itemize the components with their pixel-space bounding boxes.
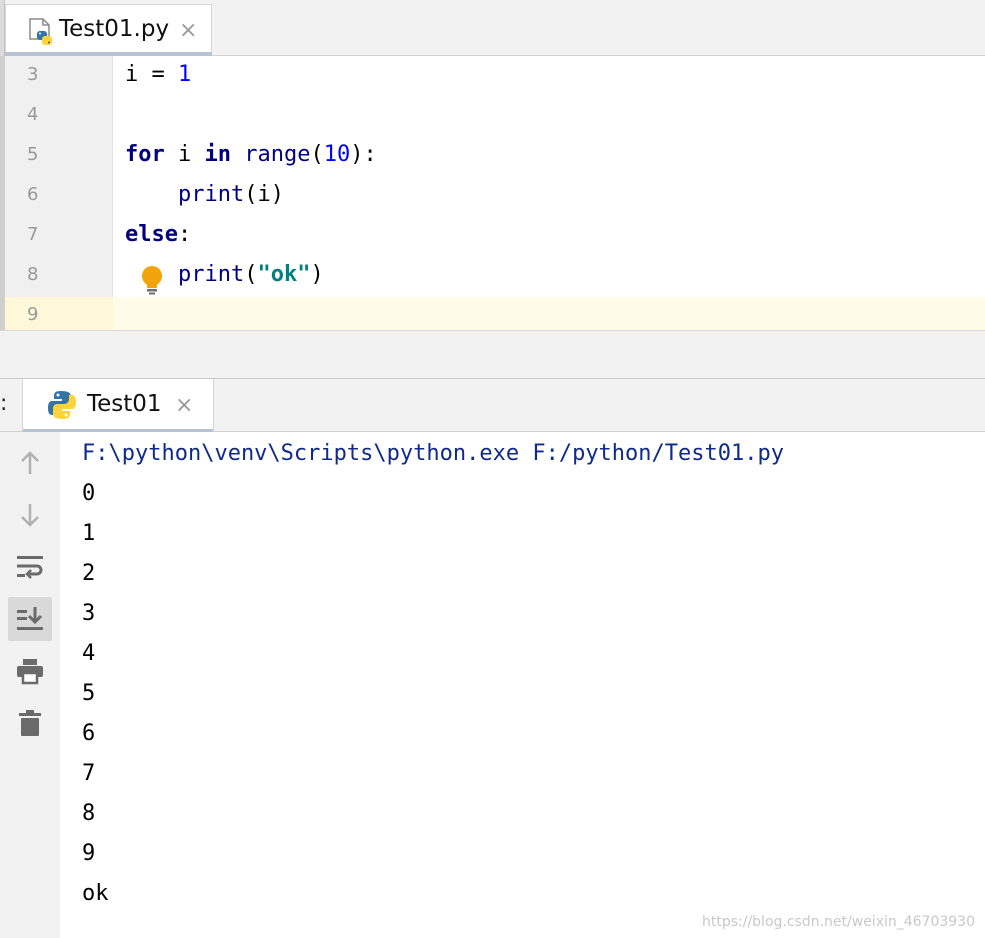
code-token: ( bbox=[310, 142, 324, 167]
code-token: 10 bbox=[323, 142, 351, 167]
code-token: else bbox=[125, 222, 178, 247]
print-icon[interactable] bbox=[8, 649, 52, 693]
output-line: 8 bbox=[82, 801, 96, 826]
output-line: 4 bbox=[82, 641, 96, 666]
line-number: 6 bbox=[27, 184, 39, 205]
tab-label: Test01.py bbox=[59, 16, 170, 42]
code-token: print bbox=[177, 262, 245, 287]
code-token: 1 bbox=[177, 62, 192, 87]
code-line: for i in range(10): bbox=[125, 135, 377, 175]
code-token: ( bbox=[244, 262, 258, 287]
code-token: ) bbox=[310, 262, 324, 287]
code-token: (i) bbox=[244, 182, 284, 207]
trash-icon[interactable] bbox=[8, 701, 52, 745]
code-line: print(i) bbox=[125, 175, 284, 215]
code-line: else: bbox=[125, 215, 191, 255]
code-token: ): bbox=[350, 142, 377, 167]
output-line: ok bbox=[82, 881, 109, 906]
arrow-down-icon[interactable] bbox=[8, 493, 52, 537]
code-token: "ok" bbox=[257, 262, 311, 287]
code-token: print bbox=[177, 182, 245, 207]
run-tab-label: Test01 bbox=[87, 391, 162, 417]
scroll-to-end-icon[interactable] bbox=[8, 597, 52, 641]
close-icon[interactable]: × bbox=[175, 395, 193, 417]
python-icon bbox=[48, 390, 76, 424]
close-icon[interactable]: × bbox=[179, 20, 197, 42]
line-number: 5 bbox=[27, 144, 39, 165]
current-line-highlight bbox=[5, 297, 985, 330]
line-number: 9 bbox=[27, 304, 39, 325]
run-command-line: F:\python\venv\Scripts\python.exe F:/pyt… bbox=[82, 441, 784, 466]
line-number: 8 bbox=[27, 264, 39, 285]
tab-test01-py[interactable]: Test01.py × bbox=[5, 4, 212, 56]
line-number: 7 bbox=[27, 224, 39, 245]
output-line: 3 bbox=[82, 601, 96, 626]
line-number: 4 bbox=[27, 104, 39, 125]
run-console[interactable]: F:\python\venv\Scripts\python.exe F:/pyt… bbox=[0, 432, 985, 938]
code-editor[interactable]: 3i = 1 4 5 for i in range(10): 6 print(i) 7 el… bbox=[0, 56, 985, 330]
code-token: : bbox=[177, 222, 192, 247]
run-tool-window-header: : Test01 × bbox=[0, 378, 985, 433]
output-line: 1 bbox=[82, 521, 96, 546]
code-token: i bbox=[164, 142, 205, 167]
run-window-label: : bbox=[0, 391, 8, 416]
code-token: for bbox=[125, 142, 165, 167]
code-token: i = bbox=[125, 62, 178, 87]
output-line: 5 bbox=[82, 681, 96, 706]
output-line: 2 bbox=[82, 561, 96, 586]
output-line: 7 bbox=[82, 761, 96, 786]
output-line: 9 bbox=[82, 841, 96, 866]
python-file-icon bbox=[27, 17, 57, 53]
line-number: 3 bbox=[27, 64, 39, 85]
editor-tab-bar: Test01.py × bbox=[0, 0, 985, 56]
lightbulb-icon[interactable] bbox=[140, 265, 164, 299]
code-token: in bbox=[204, 142, 232, 167]
code-token: range bbox=[244, 142, 311, 167]
run-toolbar bbox=[0, 432, 60, 938]
soft-wrap-icon[interactable] bbox=[8, 545, 52, 589]
watermark: https://blog.csdn.net/weixin_46703930 bbox=[701, 914, 975, 930]
output-line: 6 bbox=[82, 721, 96, 746]
code-line: i = 1 bbox=[125, 55, 191, 95]
tab-run-test01[interactable]: Test01 × bbox=[22, 379, 214, 433]
output-line: 0 bbox=[82, 481, 96, 506]
editor-empty-area bbox=[0, 330, 985, 378]
arrow-up-icon[interactable] bbox=[8, 441, 52, 485]
